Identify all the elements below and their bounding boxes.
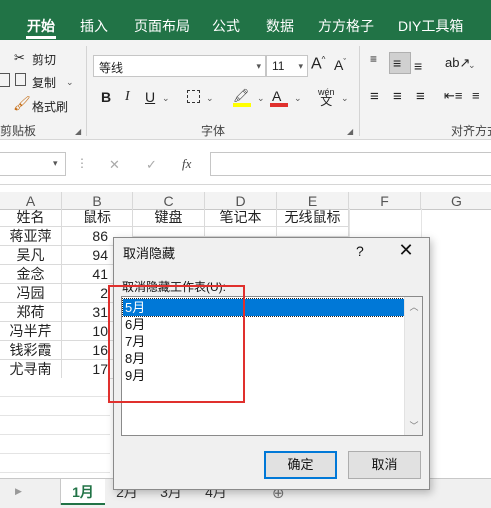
font-name-value: 等线: [99, 61, 124, 75]
tab-insert[interactable]: 插入: [80, 16, 108, 36]
scissors-icon: ✂: [14, 50, 25, 65]
phonetic-guide-button[interactable]: wén 文: [318, 88, 335, 108]
font-size-value: 11: [272, 59, 285, 73]
sheet-tab-1[interactable]: 1月: [61, 479, 105, 505]
name-box-dropdown-icon[interactable]: ▾: [53, 158, 58, 169]
phonetic-icon: 文: [320, 94, 333, 108]
shrink-font-button[interactable]: Aˇ: [334, 57, 346, 73]
align-top-icon[interactable]: ≡: [370, 53, 377, 65]
sheet-scroll-right-icon[interactable]: ▶: [15, 486, 22, 497]
cell-name[interactable]: 尤寻南: [0, 360, 62, 379]
font-color-dropdown-icon[interactable]: ⌄: [294, 93, 302, 104]
cell-c1[interactable]: 键盘: [133, 208, 205, 227]
group-separator: [359, 46, 360, 136]
cut-button[interactable]: 剪切: [32, 51, 56, 68]
column-header-g[interactable]: G: [421, 192, 491, 210]
cancel-edit-button[interactable]: ✕: [109, 157, 120, 173]
list-scrollbar[interactable]: ︿ ﹀: [404, 297, 422, 435]
tab-diy-toolbox[interactable]: DIY工具箱: [398, 16, 463, 36]
fill-color-icon[interactable]: 🖍: [233, 88, 250, 104]
tab-page-layout[interactable]: 页面布局: [134, 16, 190, 36]
cell-d2[interactable]: 4: [205, 227, 277, 237]
font-color-button[interactable]: A: [272, 88, 281, 104]
underline-dropdown-icon[interactable]: ⌄: [162, 93, 170, 104]
copy-dropdown-icon[interactable]: ⌄: [66, 77, 74, 88]
highlight-box: [108, 285, 245, 403]
clipboard-group-label: 剪贴板: [0, 124, 37, 138]
format-painter-button[interactable]: 格式刷: [32, 98, 68, 115]
cell-b1[interactable]: 鼠标: [62, 208, 133, 227]
grow-font-button[interactable]: A^: [311, 55, 325, 73]
phonetic-dropdown-icon[interactable]: ⌄: [341, 93, 349, 104]
decrease-indent-icon[interactable]: ⇤≡: [444, 88, 462, 104]
font-group-label: 字体: [201, 124, 226, 138]
close-icon[interactable]: ✕: [396, 240, 416, 260]
fill-color-swatch: [233, 103, 251, 107]
cell-e1[interactable]: 无线鼠标: [277, 208, 349, 227]
copy-icon: [15, 73, 26, 86]
font-name-combo[interactable]: 等线 ▾: [93, 55, 266, 77]
font-size-dropdown-icon: ▾: [298, 61, 303, 71]
group-separator: [86, 46, 87, 136]
fill-color-dropdown-icon[interactable]: ⌄: [257, 93, 265, 104]
align-left-icon[interactable]: ≡: [370, 88, 379, 105]
cell-c2[interactable]: 72: [133, 227, 205, 237]
ok-button[interactable]: 确定: [264, 451, 337, 479]
tab-fangfang[interactable]: 方方格子: [318, 16, 374, 36]
help-button[interactable]: ?: [356, 243, 364, 259]
paste-icon[interactable]: [0, 73, 10, 87]
cell-name[interactable]: 吴凡: [0, 246, 62, 265]
cell-name[interactable]: 冯半芹: [0, 322, 62, 341]
font-size-combo[interactable]: 11 ▾: [266, 55, 308, 77]
shrink-font-icon: A: [334, 57, 344, 73]
underline-button[interactable]: U: [145, 89, 155, 105]
orientation-dropdown-icon[interactable]: ⌄: [468, 60, 476, 71]
border-icon[interactable]: [187, 90, 200, 103]
cell-e2[interactable]: 84: [277, 227, 349, 237]
cell-name[interactable]: 钱彩霞: [0, 341, 62, 360]
formula-input[interactable]: [210, 152, 491, 176]
font-launcher-icon[interactable]: ◢: [347, 127, 353, 136]
column-header-f[interactable]: F: [349, 192, 421, 210]
grow-font-icon: A: [311, 55, 322, 73]
copy-button[interactable]: 复制: [32, 74, 56, 91]
tab-home[interactable]: 开始: [27, 16, 55, 36]
cell-name[interactable]: 郑荷: [0, 303, 62, 322]
empty-rows: [0, 378, 110, 478]
align-middle-icon: ≡: [393, 55, 402, 71]
confirm-edit-button[interactable]: ✓: [146, 157, 157, 173]
scroll-up-icon[interactable]: ︿: [405, 300, 423, 313]
clipboard-launcher-icon[interactable]: ◢: [75, 127, 81, 136]
border-dropdown-icon[interactable]: ⌄: [206, 93, 214, 104]
cell-a1[interactable]: 姓名: [0, 208, 62, 227]
font-name-dropdown-icon: ▾: [256, 61, 261, 71]
cancel-button[interactable]: 取消: [348, 451, 421, 479]
cell-d1[interactable]: 笔记本: [205, 208, 277, 227]
tab-data[interactable]: 数据: [266, 16, 294, 36]
italic-button[interactable]: I: [125, 89, 130, 105]
increase-indent-icon[interactable]: ≡: [472, 88, 480, 103]
insert-function-button[interactable]: fx: [182, 156, 191, 172]
cell-name[interactable]: 冯园: [0, 284, 62, 303]
font-color-swatch: [270, 103, 288, 107]
scroll-down-icon[interactable]: ﹀: [405, 419, 423, 432]
formula-bar-grip-icon[interactable]: ⋮: [76, 156, 88, 170]
tab-formulas[interactable]: 公式: [212, 16, 240, 36]
align-right-icon[interactable]: ≡: [416, 88, 425, 105]
cell-name[interactable]: 金念: [0, 265, 62, 284]
dialog-title: 取消隐藏: [123, 246, 176, 261]
alignment-group-label: 对齐方式: [451, 124, 491, 138]
orientation-icon[interactable]: ab↗: [445, 55, 470, 71]
align-center-icon[interactable]: ≡: [393, 88, 402, 105]
cell-name[interactable]: 蒋亚萍: [0, 227, 62, 246]
active-tab-indicator: [26, 36, 56, 39]
bold-button[interactable]: B: [101, 89, 111, 105]
format-painter-icon: 🖌: [13, 95, 31, 111]
align-bottom-icon[interactable]: ≡: [414, 58, 422, 74]
